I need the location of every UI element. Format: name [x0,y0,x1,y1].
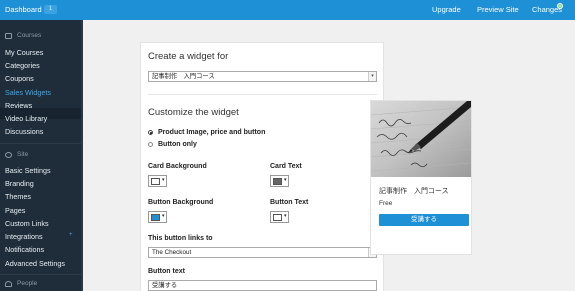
sidebar-item-my-courses[interactable]: My Courses [5,48,43,57]
card-text-color-picker[interactable]: ▾ [270,175,289,187]
sidebar-item-branding[interactable]: Branding [5,179,34,188]
sidebar-section-courses: Courses [5,32,41,39]
dashboard-badge: 1 [44,5,57,14]
button-text-label: Button Text [270,199,309,206]
button-text-color-picker[interactable]: ▾ [270,211,289,223]
sidebar-item-pages[interactable]: Pages [5,206,25,215]
sidebar-item-coupons[interactable]: Coupons [5,74,34,83]
course-select-value: 記事制作 入門コース [152,73,215,80]
widget-form-panel: Create a widget for 記事制作 入門コース ▾ Customi… [140,42,384,291]
upgrade-link[interactable]: Upgrade [432,5,461,14]
radio-product-image-option[interactable]: Product Image, price and button [148,129,265,136]
expand-icon[interactable]: + [69,232,73,238]
chevron-down-icon: ▾ [284,177,287,183]
sidebar-item-categories[interactable]: Categories [5,61,40,70]
preview-site-link[interactable]: Preview Site [477,5,519,14]
radio-selected-icon[interactable] [148,130,153,135]
color-chip [151,178,160,185]
customize-heading: Customize the widget [148,107,239,118]
sidebar-divider [0,274,83,275]
sidebar-item-reviews[interactable]: Reviews [5,101,32,110]
button-text-input[interactable]: 受講する [148,280,377,291]
radio-label: Button only [158,141,197,148]
widget-preview-card: 記事制作 入門コース Free 受講する [370,100,472,255]
card-background-color-picker[interactable]: ▾ [148,175,167,187]
radio-button-only-option[interactable]: Button only [148,141,197,148]
chevron-down-icon: ▾ [162,213,165,219]
create-widget-heading: Create a widget for [148,51,229,62]
sidebar-item-themes[interactable]: Themes [5,192,31,201]
radio-label: Product Image, price and button [158,129,266,136]
link-target-label: This button links to [148,235,213,242]
changes-count-badge: 0 [557,3,563,9]
chevron-down-icon: ▾ [284,213,287,219]
link-target-value: The Checkout [152,249,192,256]
courses-icon [5,32,12,39]
sidebar-item-sales-widgets[interactable]: Sales Widgets [5,88,51,97]
gear-icon [5,151,12,158]
sidebar-item-custom-links[interactable]: Custom Links [5,219,49,228]
section-divider [148,94,377,95]
fountain-pen-writing-photo [371,101,471,177]
preview-price: Free [379,200,393,207]
people-icon [5,280,12,287]
top-bar: Dashboard 1 Upgrade Preview Site Changes… [0,0,575,20]
sidebar-item-basic-settings[interactable]: Basic Settings [5,166,51,175]
course-select[interactable]: 記事制作 入門コース ▾ [148,71,377,82]
sidebar-divider [0,143,83,144]
section-label: Courses [17,32,42,39]
sidebar: Courses My Courses Categories Coupons Sa… [0,20,83,291]
color-chip [273,178,282,185]
color-chip [151,214,160,221]
sidebar-section-people: People [5,280,37,287]
dashboard-link[interactable]: Dashboard [5,5,42,14]
card-text-label: Card Text [270,163,302,170]
course-image [371,101,471,177]
sidebar-item-label: Integrations [5,232,43,241]
sidebar-item-advanced-settings[interactable]: Advanced Settings [5,259,65,268]
sidebar-item-discussions[interactable]: Discussions [5,127,43,136]
sidebar-item-video-library[interactable]: Video Library [5,114,47,123]
sidebar-item-notifications[interactable]: Notifications [5,245,44,254]
chevron-down-icon: ▾ [368,72,376,81]
sidebar-item-integrations[interactable]: Integrations + [5,232,81,241]
sidebar-section-site: Site [5,151,28,158]
chevron-down-icon: ▾ [162,177,165,183]
button-background-color-picker[interactable]: ▾ [148,211,167,223]
link-target-select[interactable]: The Checkout ▾ [148,247,377,258]
card-background-label: Card Background [148,163,207,170]
color-chip [273,214,282,221]
button-text-field-label: Button text [148,268,185,275]
preview-course-title: 記事制作 入門コース [379,188,449,195]
preview-enroll-button[interactable]: 受講する [379,214,469,226]
radio-unselected-icon[interactable] [148,142,153,147]
section-label: Site [17,151,29,158]
main-content: Create a widget for 記事制作 入門コース ▾ Customi… [83,20,575,291]
button-background-label: Button Background [148,199,214,206]
section-label: People [17,280,38,287]
